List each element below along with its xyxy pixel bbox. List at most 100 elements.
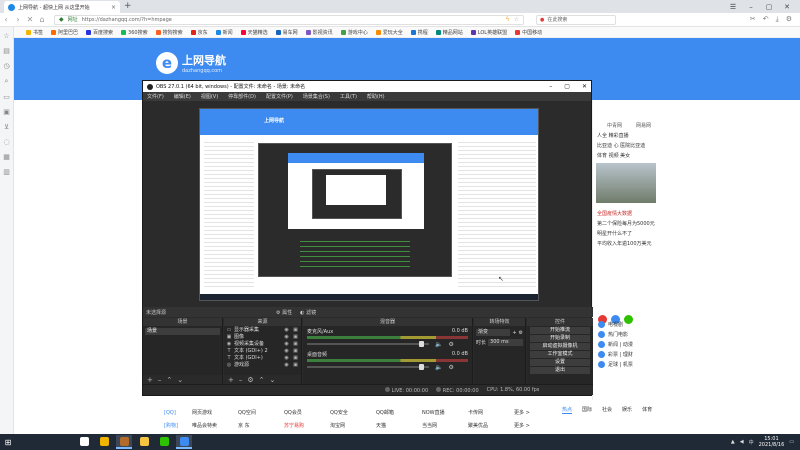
obs-preview-canvas[interactable]: 上网导航 ↖ xyxy=(199,108,539,301)
news-link[interactable]: 人全 精彩直播 xyxy=(593,129,668,139)
taskbar-app[interactable] xyxy=(156,435,172,449)
visibility-eye-icon[interactable]: ◉ xyxy=(283,327,290,333)
address-input[interactable]: ◆ 网址 https://dazhangqq.com/?h=hmpage ϟ ☆ xyxy=(54,14,524,25)
control-button[interactable]: 工作室模式 xyxy=(530,351,590,358)
transition-select[interactable]: 渐变 xyxy=(476,329,511,336)
home-icon[interactable]: ⌂ xyxy=(36,15,48,24)
source-up-icon[interactable]: ⌃ xyxy=(259,376,265,384)
maximize-icon[interactable]: ▢ xyxy=(762,3,776,11)
taskbar-app[interactable] xyxy=(96,435,112,449)
bookmark-item[interactable]: 游戏中心 xyxy=(340,29,368,36)
source-settings-icon[interactable]: ⚙ xyxy=(247,376,253,384)
site-link[interactable]: NOW直播 xyxy=(422,409,468,416)
duration-input[interactable]: 300 ms xyxy=(488,339,523,346)
menu-icon[interactable]: ☰ xyxy=(726,3,740,11)
news-link[interactable]: 平均收入年逾100万美元 xyxy=(593,237,668,247)
site-link[interactable]: 聚美优品 xyxy=(468,422,514,429)
source-item[interactable]: ▭ 显示器采集 ◉ ▣ xyxy=(224,326,301,334)
obs-minimize-icon[interactable]: – xyxy=(549,83,552,90)
bookmark-item[interactable]: 易车网 xyxy=(275,29,298,36)
bookmark-item[interactable]: 携程 xyxy=(410,29,428,36)
start-menu-icon[interactable]: ⊞ xyxy=(0,438,16,447)
visibility-eye-icon[interactable]: ◉ xyxy=(283,348,290,354)
bookmark-item[interactable]: 书签 xyxy=(26,29,43,36)
stop-icon[interactable]: ✕ xyxy=(24,15,36,24)
lock-icon[interactable]: ▣ xyxy=(292,362,299,368)
filters-button[interactable]: ◐ 滤镜 xyxy=(300,309,316,316)
move-down-icon[interactable]: ⌄ xyxy=(177,376,183,384)
source-down-icon[interactable]: ⌄ xyxy=(270,376,276,384)
site-link[interactable]: 天猫 xyxy=(376,422,422,429)
site-link[interactable]: QQ空间 xyxy=(238,409,284,416)
side-category-item[interactable]: 电视剧 xyxy=(592,318,668,328)
obs-menu-item[interactable]: 配置文件(P) xyxy=(266,93,293,100)
control-button[interactable]: 设置 xyxy=(530,359,590,366)
notification-icon[interactable]: ▭ xyxy=(789,439,794,445)
favorites-star-icon[interactable]: ☆ xyxy=(3,32,9,40)
properties-button[interactable]: ⚙ 属性 xyxy=(276,309,292,316)
bookmark-item[interactable]: 影视资讯 xyxy=(305,29,333,36)
bookmark-item[interactable]: 新闻 xyxy=(215,29,233,36)
tab-close-icon[interactable]: × xyxy=(111,4,116,11)
source-item[interactable]: ◎ 游戏源 ◉ ▣ xyxy=(224,361,301,369)
obs-menu-item[interactable]: 场景集合(S) xyxy=(303,93,330,100)
visibility-eye-icon[interactable]: ◉ xyxy=(283,362,290,368)
lock-icon[interactable]: ▣ xyxy=(292,334,299,340)
search-icon[interactable]: ⌕ xyxy=(5,77,9,86)
news-link[interactable]: 第二个保险每月为5000元 xyxy=(593,217,668,227)
obs-menu-item[interactable]: 视图(V) xyxy=(201,93,218,100)
site-link[interactable]: 网页游戏 xyxy=(192,409,238,416)
taskbar-app[interactable] xyxy=(136,435,152,449)
news-link[interactable]: 全国疫情大数据 xyxy=(593,207,668,217)
obs-menu-item[interactable]: 文件(F) xyxy=(147,93,164,100)
bookmark-item[interactable]: 中国移动 xyxy=(515,29,542,36)
add-transition-icon[interactable]: + xyxy=(512,330,516,336)
lock-icon[interactable]: ▣ xyxy=(292,355,299,361)
visibility-eye-icon[interactable]: ◉ xyxy=(283,355,290,361)
move-up-icon[interactable]: ⌃ xyxy=(166,376,172,384)
minimize-icon[interactable]: – xyxy=(744,3,758,11)
obs-close-icon[interactable]: ✕ xyxy=(582,83,587,90)
search-input[interactable]: ● 在此搜索 xyxy=(536,14,616,25)
note-icon[interactable]: ▦ xyxy=(3,153,10,161)
settings-icon[interactable]: ⚙ xyxy=(786,15,792,24)
channel-settings-icon[interactable]: ⚙ xyxy=(448,341,453,348)
briefcase-icon[interactable]: ▣ xyxy=(3,108,10,116)
visibility-eye-icon[interactable]: ◉ xyxy=(283,341,290,347)
volume-fader[interactable]: 🔈 ⚙ xyxy=(307,364,468,371)
star-icon[interactable]: ☆ xyxy=(514,16,519,23)
clipboard-icon[interactable]: ▥ xyxy=(3,168,10,176)
side-category-item[interactable]: 热门电影 xyxy=(592,328,668,338)
source-item[interactable]: T 文本 (GDI+) 2 ◉ ▣ xyxy=(224,347,301,355)
source-item[interactable]: ▣ 图像 ◉ ▣ xyxy=(224,333,301,341)
taskbar-app[interactable] xyxy=(76,435,92,449)
volume-fader[interactable]: 🔈 ⚙ xyxy=(307,341,468,348)
news-image[interactable] xyxy=(596,163,656,203)
site-link[interactable]: 更多 > xyxy=(514,409,560,416)
undo-icon[interactable]: ↶ xyxy=(763,15,769,24)
taskbar-app[interactable] xyxy=(176,435,192,449)
right-panel-tab[interactable]: 中青网 xyxy=(607,122,622,129)
site-link[interactable]: 卡传网 xyxy=(468,409,514,416)
lock-icon[interactable]: ▣ xyxy=(292,327,299,333)
history-icon[interactable]: ◷ xyxy=(3,62,9,70)
links-category[interactable]: [QQ] xyxy=(164,410,192,416)
lock-icon[interactable]: ▣ xyxy=(292,341,299,347)
control-button[interactable]: 退出 xyxy=(530,367,590,374)
document-icon[interactable]: ▭ xyxy=(3,93,10,101)
obs-menu-item[interactable]: 停靠部件(D) xyxy=(228,93,256,100)
obs-menu-item[interactable]: 帮助(H) xyxy=(367,93,385,100)
site-link[interactable]: 唯品会特卖 xyxy=(192,422,238,429)
volume-icon[interactable]: ◀ xyxy=(740,439,744,445)
news-link[interactable]: 明星开什么不了 xyxy=(593,227,668,237)
site-link[interactable]: 京 东 xyxy=(238,422,284,429)
bookmark-item[interactable]: 360搜索 xyxy=(121,29,148,36)
side-category-item[interactable]: 足球 | 机票 xyxy=(592,358,668,368)
site-link[interactable]: QQ会员 xyxy=(284,409,330,416)
book-icon[interactable]: ▤ xyxy=(3,47,10,55)
network-icon[interactable]: ▲ xyxy=(731,439,735,445)
obs-maximize-icon[interactable]: ▢ xyxy=(564,83,570,90)
back-icon[interactable]: ‹ xyxy=(0,15,12,24)
speaker-icon[interactable]: 🔈 xyxy=(435,364,442,371)
site-link[interactable]: 淘宝网 xyxy=(330,422,376,429)
